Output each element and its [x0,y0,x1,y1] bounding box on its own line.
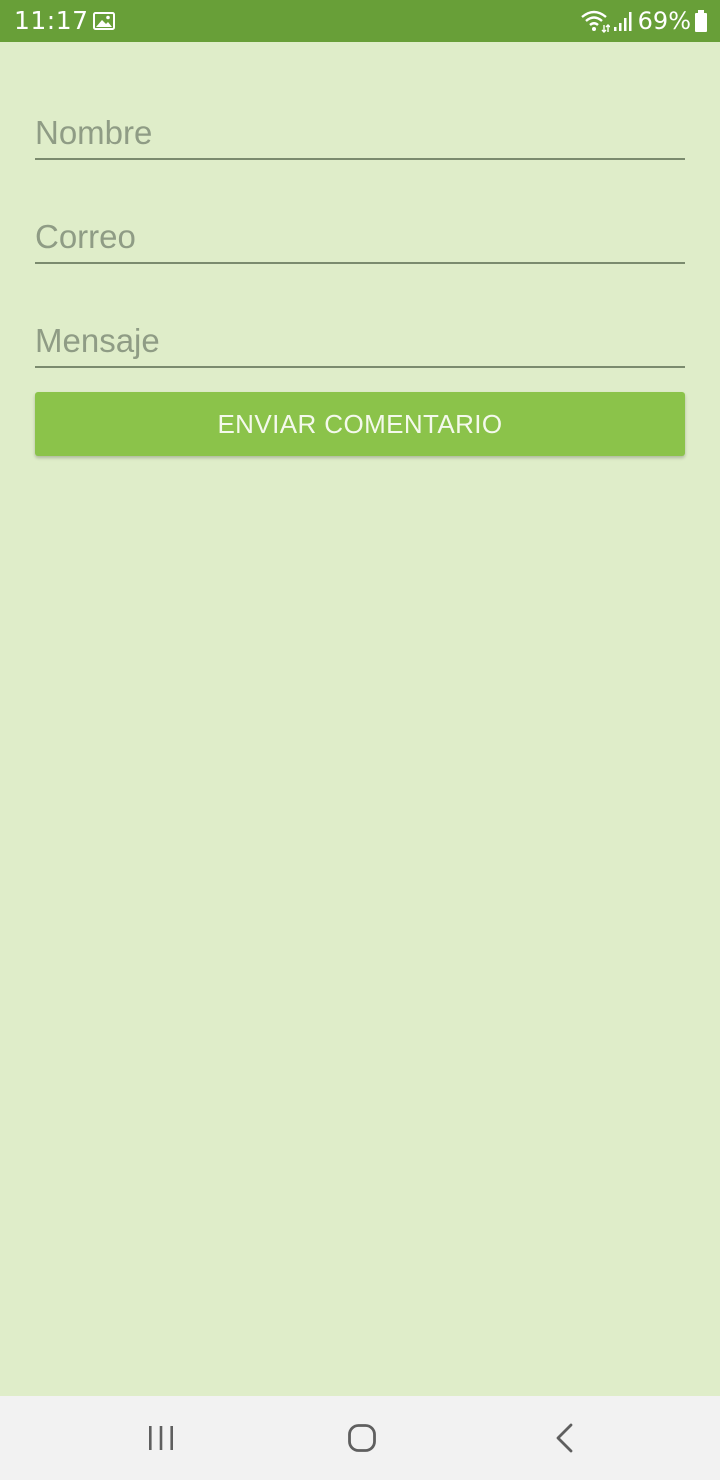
back-icon [556,1423,573,1453]
enviar-comentario-button[interactable]: ENVIAR COMENTARIO [35,392,685,456]
status-icons: 69% [580,6,708,36]
mensaje-input[interactable] [35,322,685,360]
navigation-bar [0,1396,720,1480]
home-button[interactable] [342,1418,382,1458]
nombre-field-container [35,100,685,160]
mensaje-field-container [35,308,685,368]
signal-icon [613,12,632,31]
battery-icon [695,10,707,32]
back-button[interactable] [545,1418,585,1458]
status-bar: 11:17 69% [0,0,720,42]
gallery-icon [93,12,115,30]
nombre-input[interactable] [35,114,685,152]
recents-button[interactable] [141,1418,181,1458]
home-icon [348,1424,376,1452]
correo-field-container [35,204,685,264]
battery-percent: 69% [637,7,691,35]
wifi-icon [580,10,610,33]
correo-input[interactable] [35,218,685,256]
status-time: 11:17 [14,6,89,35]
recents-icon [149,1426,173,1450]
